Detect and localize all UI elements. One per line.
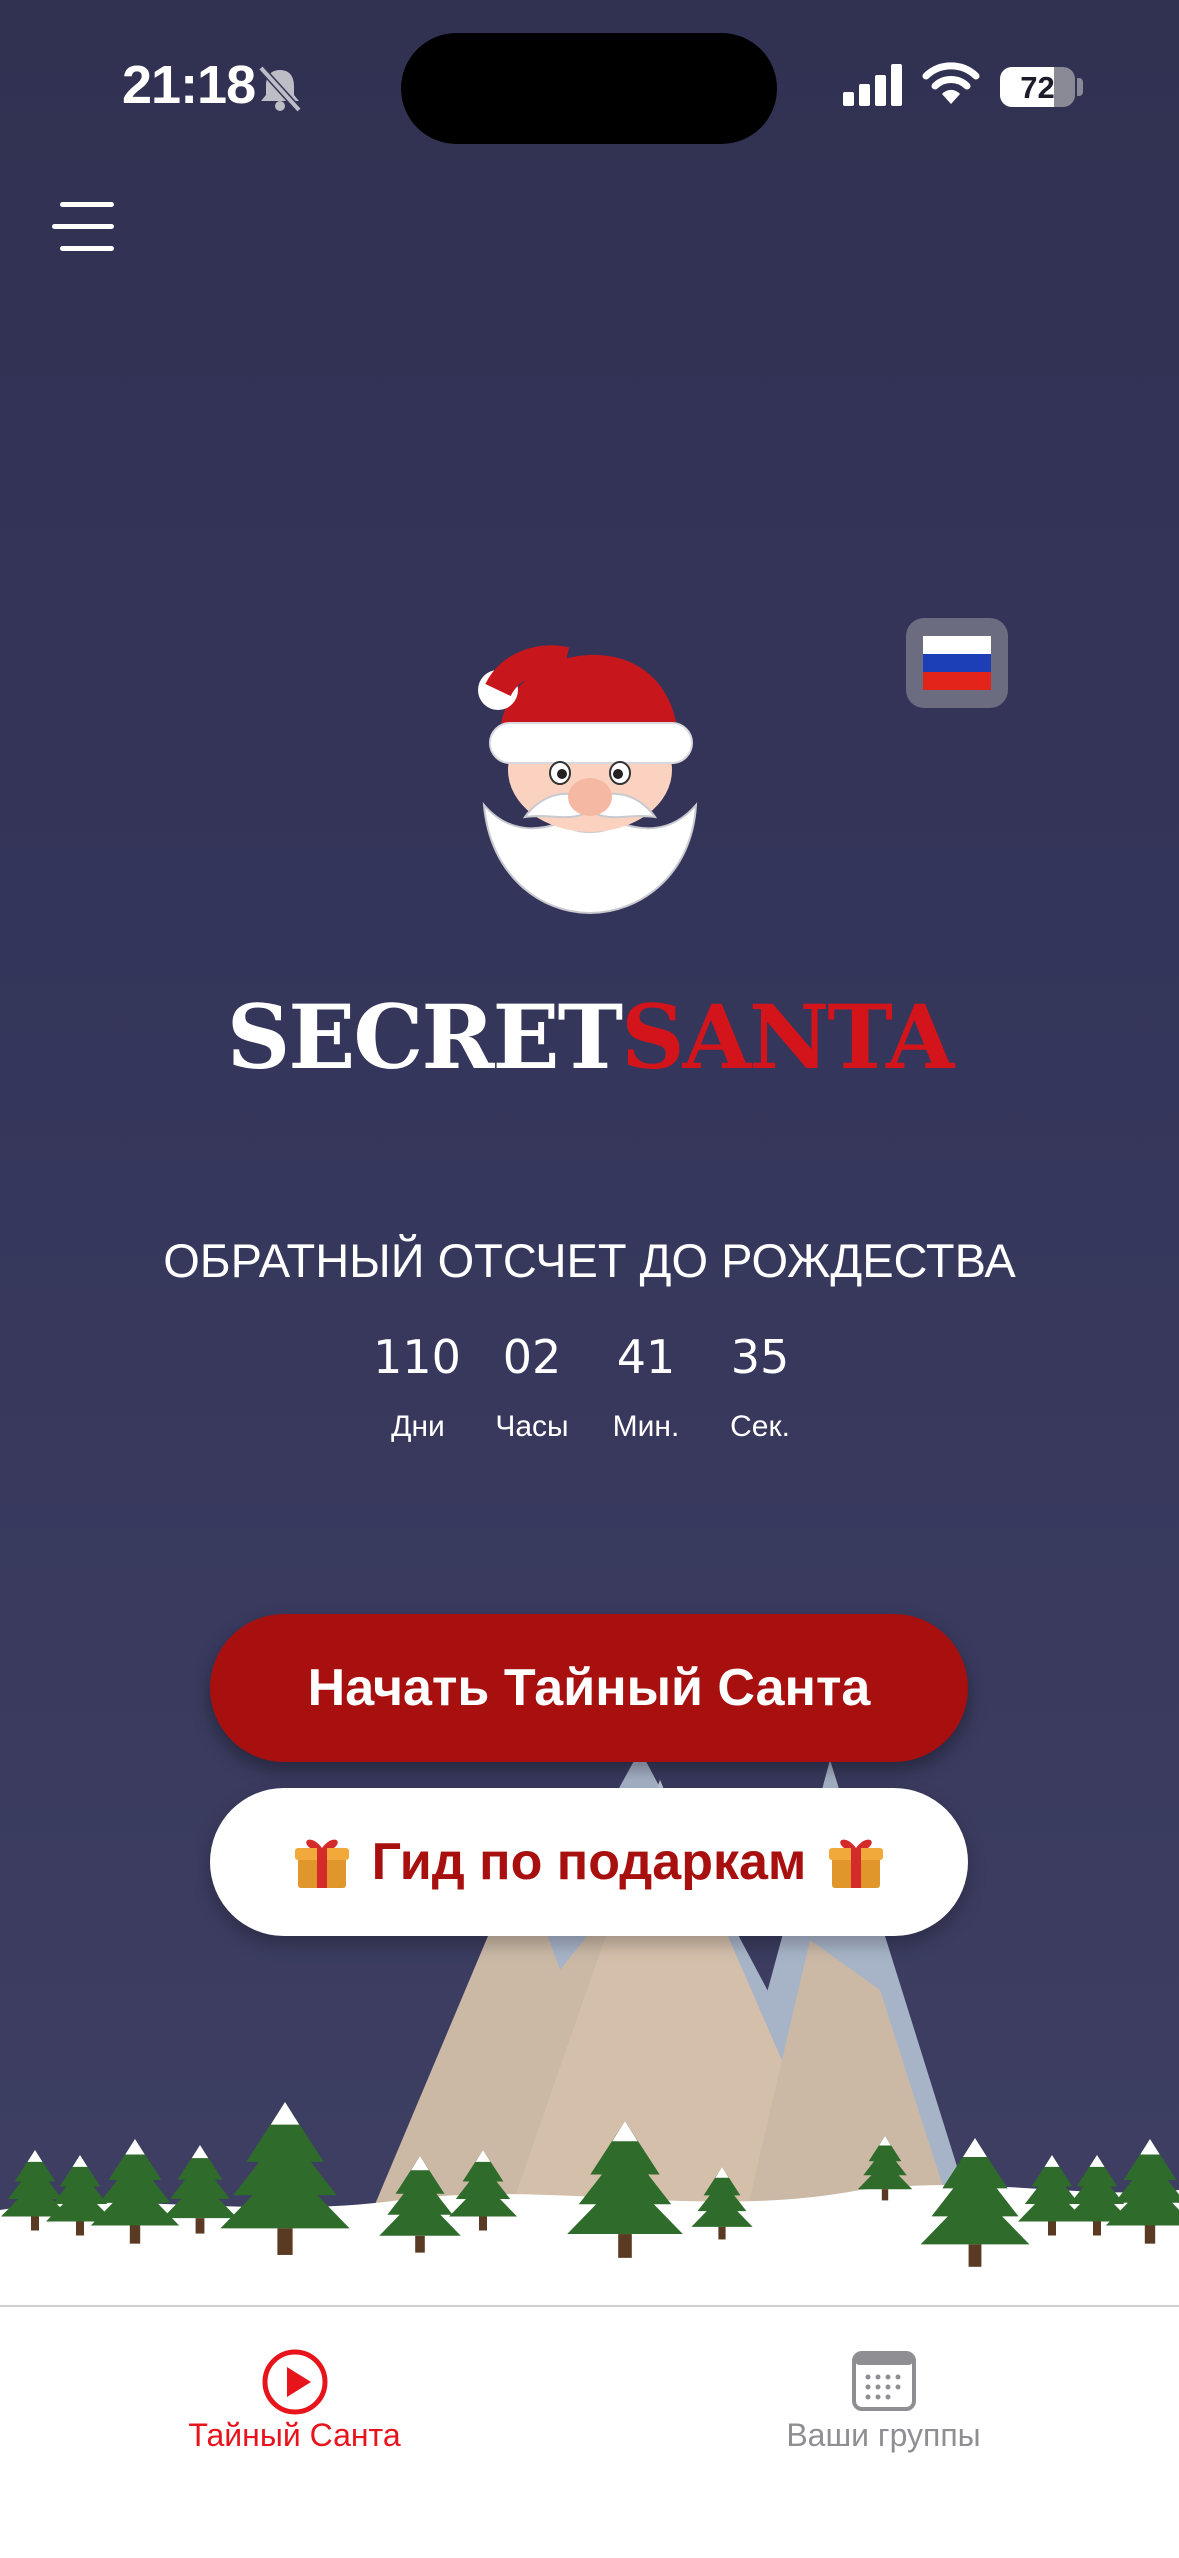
tab-bar: Тайный Санта Ваши группы: [0, 2305, 1179, 2558]
play-circle-icon: [262, 2349, 328, 2415]
app-logo-text: SECRETSANTA: [0, 985, 1179, 1089]
gift-guide-button[interactable]: Гид по подаркам: [210, 1788, 968, 1936]
countdown-minutes-value: 41: [616, 1330, 676, 1384]
wifi-icon: [922, 62, 980, 104]
bell-muted-icon: [258, 65, 302, 112]
battery-icon: 72: [1000, 67, 1075, 107]
gift-guide-label: Гид по подаркам: [371, 1833, 807, 1891]
countdown-days-value: 110: [373, 1330, 461, 1384]
menu-icon[interactable]: [52, 198, 120, 256]
tab-your-groups-label: Ваши группы: [786, 2417, 981, 2453]
battery-percent: 72: [1020, 70, 1055, 105]
gift-icon: [829, 1839, 884, 1888]
countdown-seconds-value: 35: [730, 1330, 790, 1384]
start-secret-santa-button[interactable]: Начать Тайный Санта: [210, 1614, 968, 1762]
gift-icon: [294, 1839, 349, 1888]
calendar-icon: [852, 2351, 916, 2411]
countdown-hours-value: 02: [502, 1330, 562, 1384]
countdown-seconds-label: Сек.: [730, 1410, 790, 1443]
logo-santa: SANTA: [621, 985, 954, 1089]
battery-tip: [1077, 78, 1083, 96]
countdown-title: ОБРАТНЫЙ ОТСЧЕТ ДО РОЖДЕСТВА: [163, 1234, 1016, 1287]
logo-secret: SECRET: [226, 985, 623, 1089]
tab-secret-santa-label: Тайный Санта: [188, 2417, 401, 2453]
tab-secret-santa[interactable]: Тайный Санта: [0, 2307, 589, 2487]
santa-logo-icon: [478, 645, 698, 915]
signal-icon: [843, 64, 902, 106]
status-time: 21:18: [122, 55, 256, 115]
dynamic-island: [401, 33, 777, 144]
russia-flag-icon: [923, 636, 991, 690]
language-button[interactable]: [906, 618, 1008, 708]
tab-your-groups[interactable]: Ваши группы: [589, 2307, 1178, 2487]
